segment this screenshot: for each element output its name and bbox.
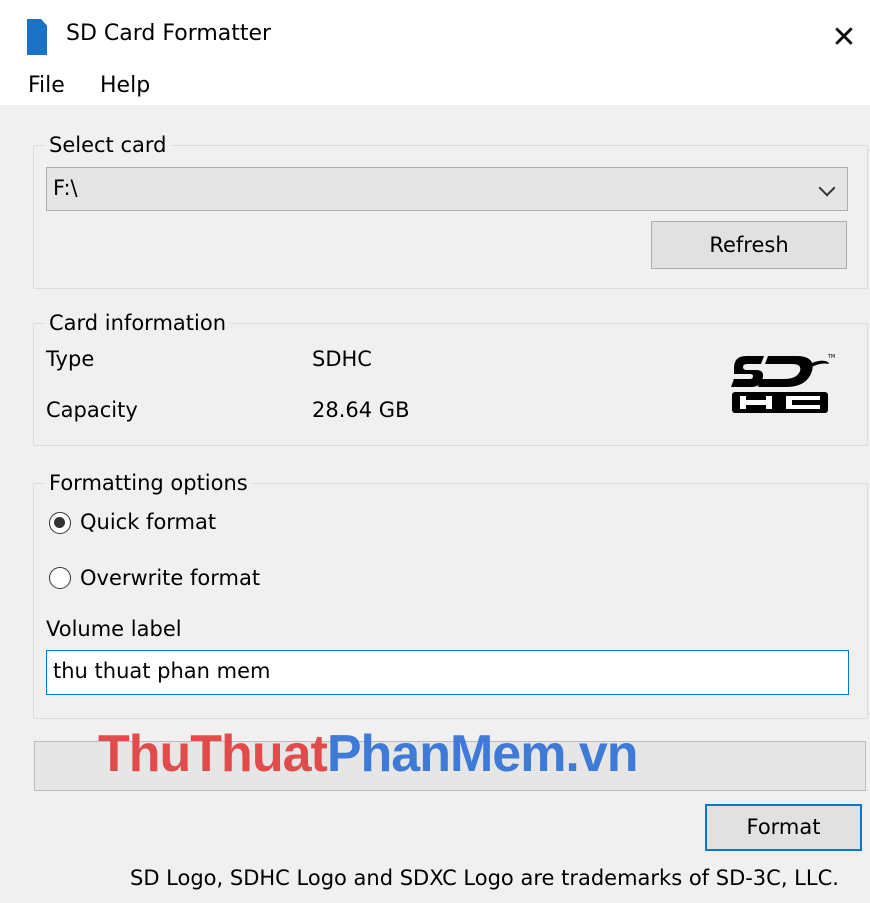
format-button[interactable]: Format: [705, 804, 862, 851]
close-button[interactable]: ✕: [826, 20, 862, 56]
selected-drive: F:\: [53, 176, 78, 200]
sd-card-formatter-window: SD Card Formatter ✕ File Help Select car…: [0, 0, 870, 903]
menu-file[interactable]: File: [28, 73, 65, 98]
trademark-mark: TM: [827, 354, 835, 360]
volume-label-field[interactable]: [46, 650, 849, 695]
title-bar: SD Card Formatter ✕: [0, 0, 870, 73]
capacity-value: 28.64 GB: [312, 398, 410, 422]
formatting-options-legend: Formatting options: [45, 470, 252, 496]
overwrite-format-radio[interactable]: [49, 567, 71, 589]
type-value: SDHC: [312, 347, 372, 371]
menu-help[interactable]: Help: [100, 73, 150, 98]
close-icon: ✕: [831, 20, 857, 55]
sdhc-logo-icon: TM: [731, 354, 835, 413]
volume-label-input[interactable]: [53, 659, 833, 683]
quick-format-label[interactable]: Quick format: [80, 510, 216, 534]
quick-format-radio[interactable]: [49, 512, 71, 534]
watermark-part-1: ThuThuat: [98, 725, 328, 783]
trademark-notice: SD Logo, SDHC Logo and SDXC Logo are tra…: [130, 866, 839, 890]
menu-bar: File Help: [0, 73, 870, 105]
select-card-legend: Select card: [45, 132, 171, 158]
window-title: SD Card Formatter: [66, 21, 272, 46]
capacity-label: Capacity: [46, 398, 138, 422]
volume-label-caption: Volume label: [46, 617, 182, 641]
refresh-button[interactable]: Refresh: [651, 221, 847, 269]
type-label: Type: [46, 347, 95, 371]
card-information-legend: Card information: [45, 310, 231, 336]
watermark-part-2: PhanMem.vn: [326, 725, 639, 783]
chevron-down-icon: [818, 179, 836, 197]
watermark: ThuThuatPhanMem.vn: [98, 724, 639, 784]
sd-card-app-icon: [27, 19, 47, 55]
overwrite-format-label[interactable]: Overwrite format: [80, 566, 260, 590]
drive-select[interactable]: F:\: [46, 167, 848, 211]
